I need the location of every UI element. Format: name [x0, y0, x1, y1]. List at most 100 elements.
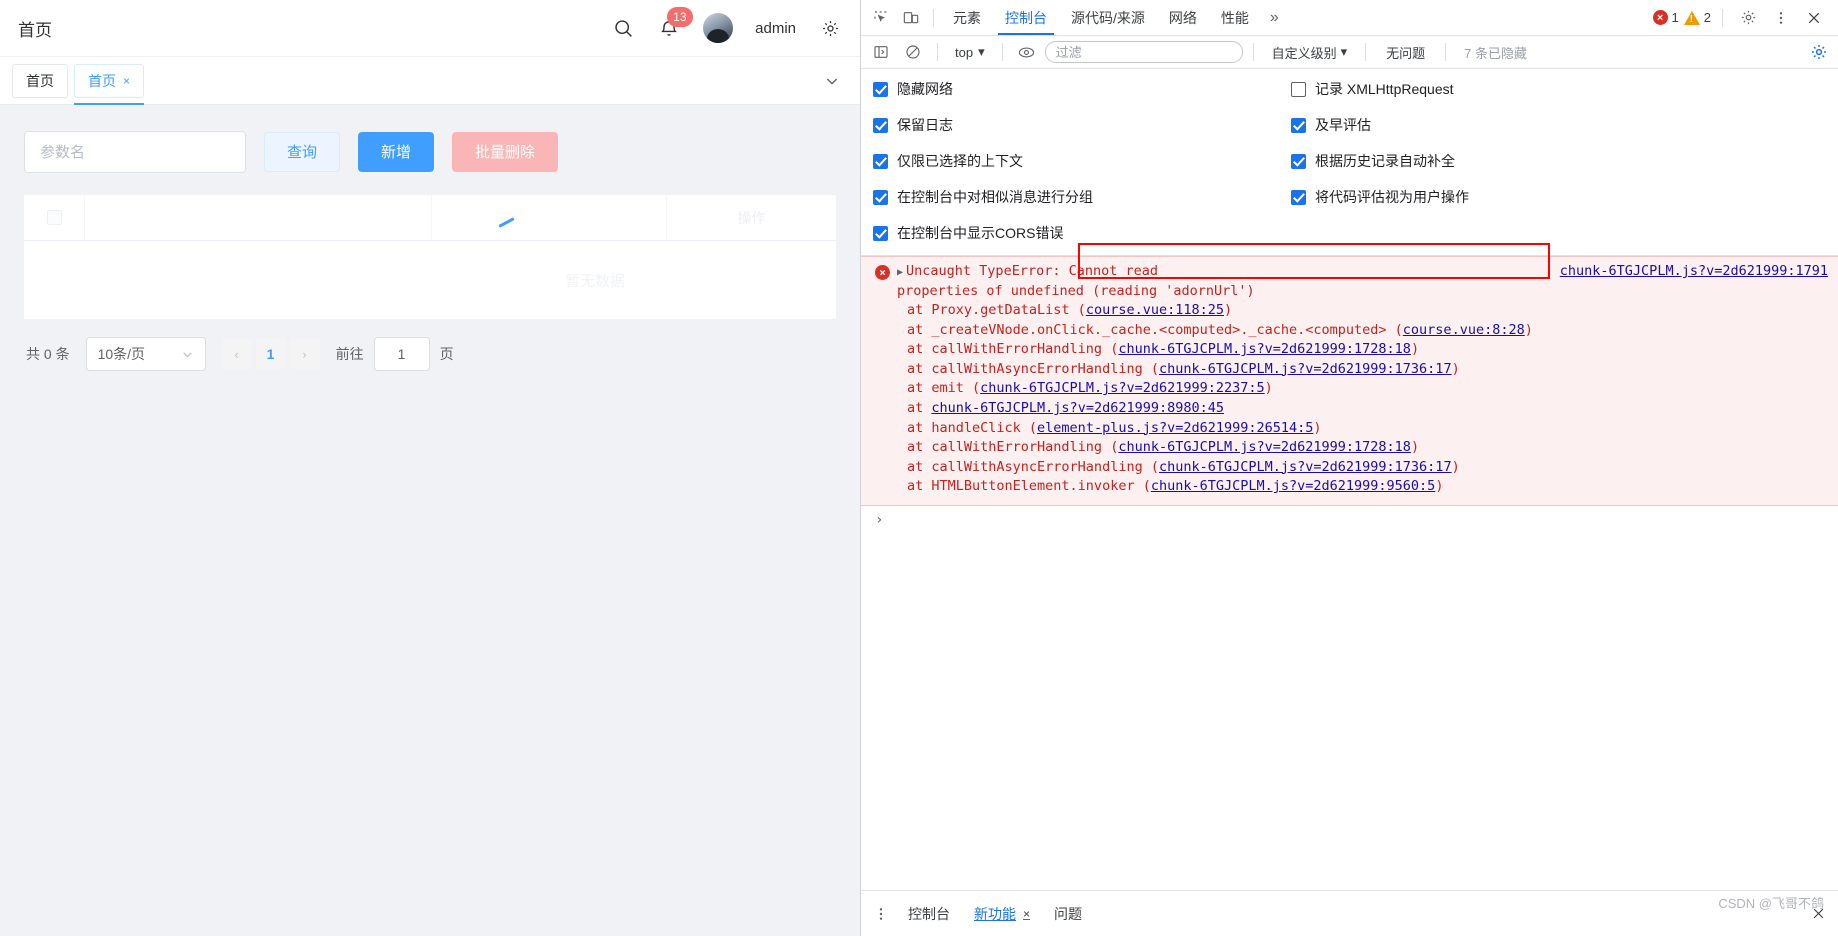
setting-group-similar[interactable]: 在控制台中对相似消息进行分组 [873, 187, 1291, 207]
console-output: × ▶ Uncaught TypeError: Cannot read chun… [861, 256, 1838, 890]
console-error-message[interactable]: × ▶ Uncaught TypeError: Cannot read chun… [861, 256, 1838, 506]
drawer-tab-issues[interactable]: 问题 [1043, 899, 1093, 929]
checkbox-icon[interactable] [873, 81, 888, 97]
live-expression-icon[interactable] [1013, 38, 1041, 66]
warning-counter[interactable]: 2 [1683, 10, 1711, 25]
search-input[interactable] [24, 131, 246, 173]
stack-tail: ) [1435, 478, 1444, 495]
prev-page-button[interactable]: ‹ [221, 339, 252, 369]
error-source-link[interactable]: chunk-6TGJCPLM.js?v=2d621999:1791 [1540, 262, 1828, 282]
checkbox-icon[interactable] [873, 189, 888, 205]
log-level-select[interactable]: 自定义级别 ▾ [1264, 43, 1356, 62]
stack-tail: ) [1313, 419, 1322, 436]
setting-selected-context-only[interactable]: 仅限已选择的上下文 [873, 151, 1291, 171]
setting-label: 保留日志 [897, 117, 953, 133]
tab-home-active[interactable]: 首页 × [74, 63, 145, 105]
stack-link[interactable]: chunk-6TGJCPLM.js?v=2d621999:1728:18 [1118, 439, 1411, 455]
console-prompt[interactable]: › [861, 506, 1838, 534]
gear-icon[interactable] [1734, 4, 1762, 32]
stack-link[interactable]: chunk-6TGJCPLM.js?v=2d621999:1736:17 [1159, 459, 1452, 475]
close-icon[interactable]: × [123, 74, 130, 88]
expand-arrow-icon[interactable]: ▶ [897, 266, 903, 281]
issue-counters: × 1 2 [1652, 4, 1832, 32]
stack-link[interactable]: chunk-6TGJCPLM.js?v=2d621999:9560:5 [1151, 478, 1435, 494]
stack-link[interactable]: chunk-6TGJCPLM.js?v=2d621999:2237:5 [980, 380, 1264, 396]
table-column-1 [84, 195, 431, 240]
setting-label: 在控制台中显示CORS错误 [897, 225, 1064, 241]
setting-show-cors-errors[interactable]: 在控制台中显示CORS错误 [873, 223, 1291, 243]
setting-eval-as-user-action[interactable]: 将代码评估视为用户操作 [1291, 187, 1826, 207]
devtools-pane: 元素 控制台 源代码/来源 网络 性能 » × 1 2 [860, 0, 1838, 936]
error-counter[interactable]: × 1 [1652, 10, 1679, 25]
stack-text: at callWithAsyncErrorHandling ( [907, 458, 1159, 475]
device-toolbar-icon[interactable] [897, 4, 925, 32]
setting-log-xhr[interactable]: 记录 XMLHttpRequest [1291, 79, 1826, 99]
warning-count: 2 [1703, 10, 1711, 25]
console-filter-input[interactable] [1044, 41, 1243, 63]
tab-sources[interactable]: 源代码/来源 [1060, 1, 1156, 35]
web-application-pane: 首页 13 admin 首页 首页 × 参数名 查询 新增 批量删除 操作 暂无… [0, 0, 860, 936]
stack-link[interactable]: chunk-6TGJCPLM.js?v=2d621999:1736:17 [1159, 361, 1452, 377]
checkbox-icon[interactable] [873, 117, 888, 133]
checkbox-icon[interactable] [873, 153, 888, 169]
avatar[interactable] [703, 13, 734, 43]
console-sidebar-icon[interactable] [867, 38, 895, 66]
checkbox-icon[interactable] [873, 225, 888, 241]
page-size-value: 10条/页 [97, 346, 146, 362]
stack-link[interactable]: element-plus.js?v=2d621999:26514:5 [1037, 420, 1313, 436]
batch-delete-button[interactable]: 批量删除 [452, 132, 559, 172]
setting-label: 记录 XMLHttpRequest [1315, 81, 1454, 97]
stack-text: at callWithErrorHandling ( [907, 439, 1119, 456]
more-vertical-icon[interactable] [867, 900, 895, 928]
select-all-checkbox[interactable] [24, 210, 84, 225]
issues-status[interactable]: 无问题 [1376, 43, 1435, 62]
page-number-1[interactable]: 1 [255, 339, 286, 369]
more-tabs-icon[interactable]: » [1262, 9, 1287, 27]
setting-autocomplete-history[interactable]: 根据历史记录自动补全 [1291, 151, 1826, 171]
checkbox-icon[interactable] [1291, 153, 1306, 169]
tab-elements[interactable]: 元素 [942, 1, 992, 35]
chevron-down-icon[interactable] [824, 73, 848, 89]
divider [933, 8, 934, 27]
setting-eager-eval[interactable]: 及早评估 [1291, 115, 1826, 135]
checkbox-icon[interactable] [1291, 81, 1306, 97]
search-icon[interactable] [611, 16, 635, 40]
stack-link[interactable]: course.vue:8:28 [1403, 322, 1525, 338]
console-settings-gear-icon[interactable] [1810, 43, 1832, 61]
close-icon[interactable]: × [1023, 907, 1030, 921]
setting-label: 在控制台中对相似消息进行分组 [897, 189, 1093, 205]
add-button[interactable]: 新增 [358, 132, 435, 172]
bell-icon[interactable]: 13 [657, 7, 693, 40]
gear-icon[interactable] [818, 16, 842, 40]
divider [1722, 8, 1723, 27]
tab-performance[interactable]: 性能 [1210, 1, 1260, 35]
setting-hide-network[interactable]: 隐藏网络 [873, 79, 1291, 99]
execution-context-select[interactable]: top ▾ [948, 40, 992, 64]
inspect-element-icon[interactable] [867, 4, 895, 32]
setting-label: 根据历史记录自动补全 [1315, 153, 1455, 169]
stack-link[interactable]: chunk-6TGJCPLM.js?v=2d621999:8980:45 [931, 400, 1224, 416]
tab-home[interactable]: 首页 [12, 63, 68, 98]
query-button[interactable]: 查询 [264, 132, 341, 172]
more-vertical-icon[interactable] [1767, 4, 1795, 32]
checkbox-icon[interactable] [1291, 117, 1306, 133]
clear-console-icon[interactable] [899, 38, 927, 66]
setting-label: 隐藏网络 [897, 81, 953, 97]
stack-link[interactable]: chunk-6TGJCPLM.js?v=2d621999:1728:18 [1118, 341, 1411, 357]
tab-console[interactable]: 控制台 [994, 1, 1058, 35]
tab-network[interactable]: 网络 [1158, 1, 1208, 35]
stack-line: at callWithAsyncErrorHandling (chunk-6TG… [907, 360, 1828, 380]
stack-link[interactable]: course.vue:118:25 [1086, 302, 1224, 318]
drawer-tab-whats-new[interactable]: 新功能 × [963, 899, 1041, 929]
screen-root: 首页 13 admin 首页 首页 × 参数名 查询 新增 批量删除 操作 暂无… [0, 0, 1838, 936]
drawer-close-icon[interactable] [1811, 906, 1832, 921]
next-page-button[interactable]: › [289, 339, 320, 369]
drawer-tab-console[interactable]: 控制台 [897, 899, 961, 929]
close-icon[interactable] [1800, 4, 1828, 32]
page-size-select[interactable]: 10条/页 [85, 337, 206, 371]
checkbox-icon[interactable] [1291, 189, 1306, 205]
stack-text: at callWithErrorHandling ( [907, 341, 1119, 358]
setting-preserve-log[interactable]: 保留日志 [873, 115, 1291, 135]
context-value: top [955, 44, 974, 60]
jump-page-input[interactable] [373, 337, 430, 371]
